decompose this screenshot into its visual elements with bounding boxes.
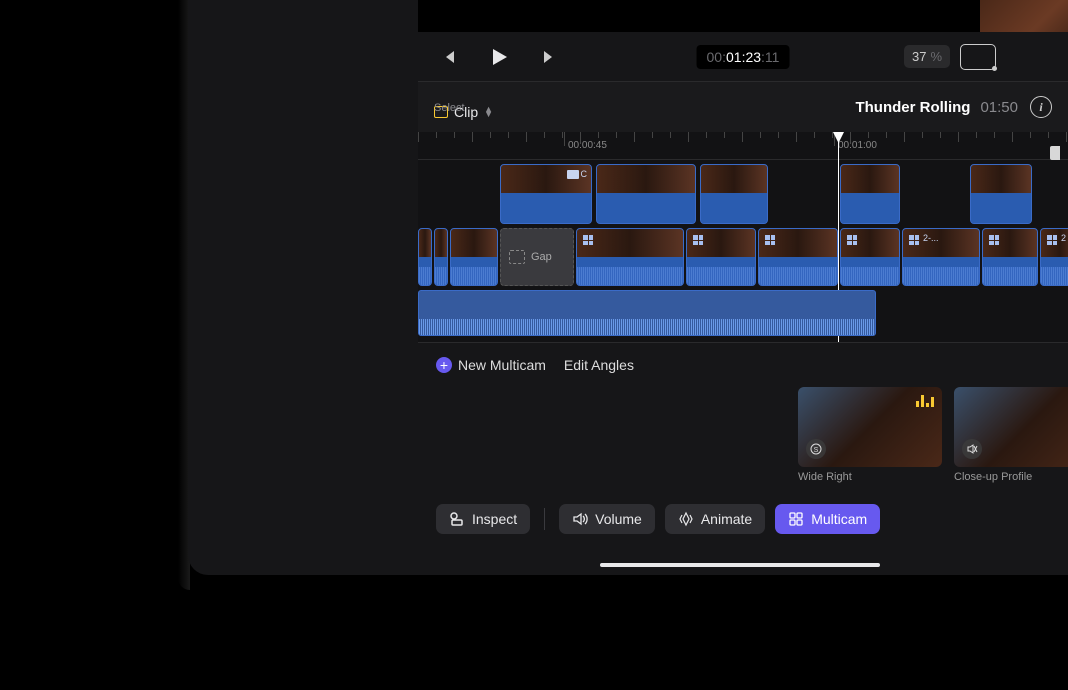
multicam-clip[interactable] <box>840 228 900 286</box>
multicam-clip[interactable] <box>758 228 838 286</box>
display-options-button[interactable] <box>960 44 996 70</box>
connected-clip[interactable]: C <box>500 164 592 224</box>
toolbar-divider <box>544 508 545 530</box>
inspect-icon <box>449 511 465 527</box>
timeline-clip[interactable] <box>418 228 432 286</box>
timeline-ruler[interactable]: 00:00:4500:01:0000:01:15 <box>418 132 1068 160</box>
home-indicator[interactable] <box>600 563 880 567</box>
timecode-display[interactable]: 00:01:23:11 <box>697 45 790 69</box>
connected-clip[interactable] <box>700 164 768 224</box>
audio-track <box>418 290 1068 336</box>
source-badge-icon: S <box>806 439 826 459</box>
new-multicam-button[interactable]: + New Multicam <box>436 357 546 373</box>
multicam-panel: + New Multicam Edit Angles S Wide Right <box>418 342 1068 497</box>
timeline-marker[interactable] <box>1050 146 1060 160</box>
preview-strip <box>418 0 1068 32</box>
audio-meter-icon <box>916 393 934 407</box>
plus-icon: + <box>436 357 452 373</box>
connected-clip[interactable] <box>596 164 696 224</box>
timeline-clip[interactable] <box>450 228 498 286</box>
zoom-level[interactable]: 37 % <box>904 45 950 68</box>
bottom-toolbar: Inspect Volume Animate Multicam <box>418 497 1068 541</box>
angle-closeup-profile[interactable]: Close-up Profile <box>954 387 1068 483</box>
connected-clip[interactable] <box>840 164 900 224</box>
timeline-clip[interactable] <box>434 228 448 286</box>
skip-forward-button[interactable] <box>536 44 562 70</box>
multicam-clip[interactable] <box>576 228 684 286</box>
transport-bar: 00:01:23:11 37 % <box>418 32 1068 82</box>
animate-icon <box>678 511 694 527</box>
volume-icon <box>572 511 588 527</box>
browser-header: Select Clip ▲▼ Thunder Rolling 01:50 i <box>418 82 1068 132</box>
inspect-button[interactable]: Inspect <box>436 504 530 534</box>
edit-angles-button[interactable]: Edit Angles <box>564 357 634 373</box>
connected-track: C <box>418 164 1068 224</box>
gap-clip[interactable]: Gap <box>500 228 574 286</box>
angle-wide-right[interactable]: S Wide Right <box>798 387 942 483</box>
info-button[interactable]: i <box>1030 96 1052 118</box>
multicam-button[interactable]: Multicam <box>775 504 880 534</box>
mute-icon <box>962 439 982 459</box>
multicam-clip[interactable] <box>686 228 756 286</box>
multicam-clip[interactable]: 2 <box>1040 228 1068 286</box>
svg-text:S: S <box>814 447 819 454</box>
chevron-updown-icon: ▲▼ <box>484 107 493 117</box>
volume-button[interactable]: Volume <box>559 504 655 534</box>
ruler-timestamp: 00:00:45 <box>568 140 607 151</box>
project-duration: 01:50 <box>980 99 1018 116</box>
app-window: 00:01:23:11 37 % Select Clip ▲▼ Thunder … <box>188 0 1068 575</box>
play-button[interactable] <box>486 44 512 70</box>
ruler-timestamp: 00:01:00 <box>838 140 877 151</box>
multicam-clip[interactable] <box>982 228 1038 286</box>
project-title: Thunder Rolling <box>855 99 970 116</box>
primary-storyline: Gap 2-... 2 <box>418 228 1068 286</box>
multicam-icon <box>788 511 804 527</box>
select-mode-label: Select <box>434 102 465 114</box>
animate-button[interactable]: Animate <box>665 504 765 534</box>
timeline[interactable]: 00:00:4500:01:0000:01:15 C Gap 2-... 2 <box>418 132 1068 342</box>
connected-clip[interactable] <box>970 164 1032 224</box>
multicam-clip[interactable]: 2-... <box>902 228 980 286</box>
skip-back-button[interactable] <box>436 44 462 70</box>
audio-clip[interactable] <box>418 290 876 336</box>
